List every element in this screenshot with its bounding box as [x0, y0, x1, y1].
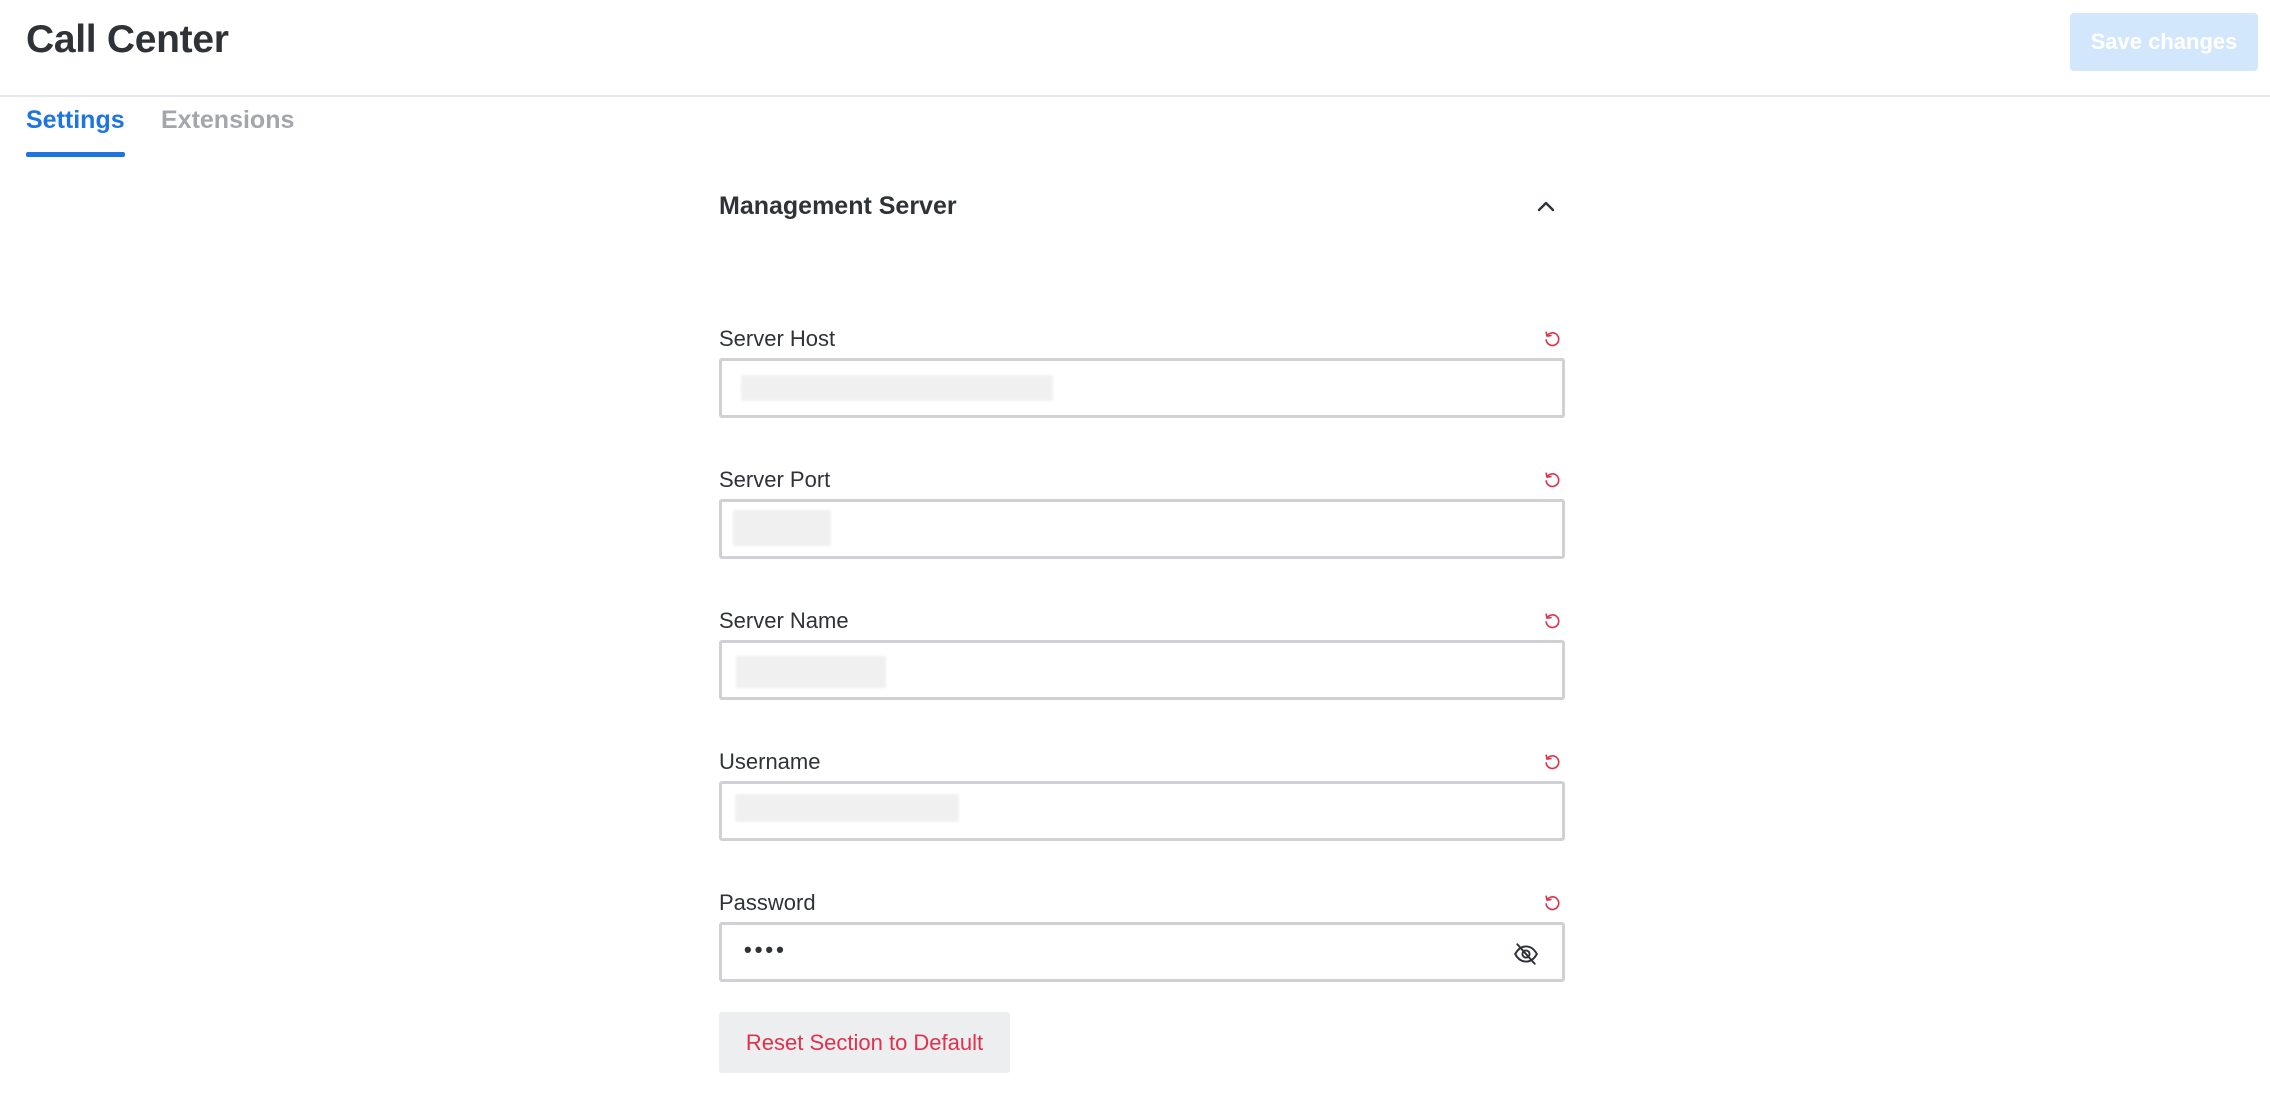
server-host-input[interactable] [719, 358, 1565, 418]
password-value: •••• [744, 937, 787, 962]
field-password: Password •••• [719, 890, 1565, 1005]
field-label: Server Host [719, 326, 836, 351]
reset-icon[interactable] [1543, 612, 1561, 630]
tab-settings[interactable]: Settings [26, 106, 125, 157]
server-port-input[interactable] [719, 499, 1565, 559]
reset-icon[interactable] [1543, 471, 1561, 489]
field-label: Server Name [719, 608, 849, 633]
eye-off-icon[interactable] [1513, 941, 1539, 967]
field-server-host: Server Host [719, 326, 1565, 441]
server-name-input[interactable] [719, 640, 1565, 700]
tab-extensions[interactable]: Extensions [161, 106, 294, 157]
chevron-up-icon[interactable] [1534, 194, 1558, 218]
username-input[interactable] [719, 781, 1565, 841]
redacted-value [741, 375, 1053, 401]
field-label: Server Port [719, 467, 831, 492]
field-server-name: Server Name [719, 608, 1565, 723]
save-changes-button[interactable]: Save changes [2070, 13, 2258, 71]
redacted-value [735, 794, 959, 822]
reset-icon[interactable] [1543, 894, 1561, 912]
field-username: Username [719, 749, 1565, 864]
reset-section-button[interactable]: Reset Section to Default [719, 1012, 1010, 1073]
field-server-port: Server Port [719, 467, 1565, 582]
redacted-value [733, 510, 831, 546]
field-label: Username [719, 749, 821, 774]
page-title: Call Center [26, 18, 229, 61]
page-header: Call Center Save changes [0, 0, 2270, 97]
password-input[interactable]: •••• [719, 922, 1565, 982]
reset-icon[interactable] [1543, 753, 1561, 771]
redacted-value [736, 656, 886, 688]
reset-icon[interactable] [1543, 330, 1561, 348]
field-label: Password [719, 890, 816, 915]
section-title: Management Server [719, 192, 957, 220]
